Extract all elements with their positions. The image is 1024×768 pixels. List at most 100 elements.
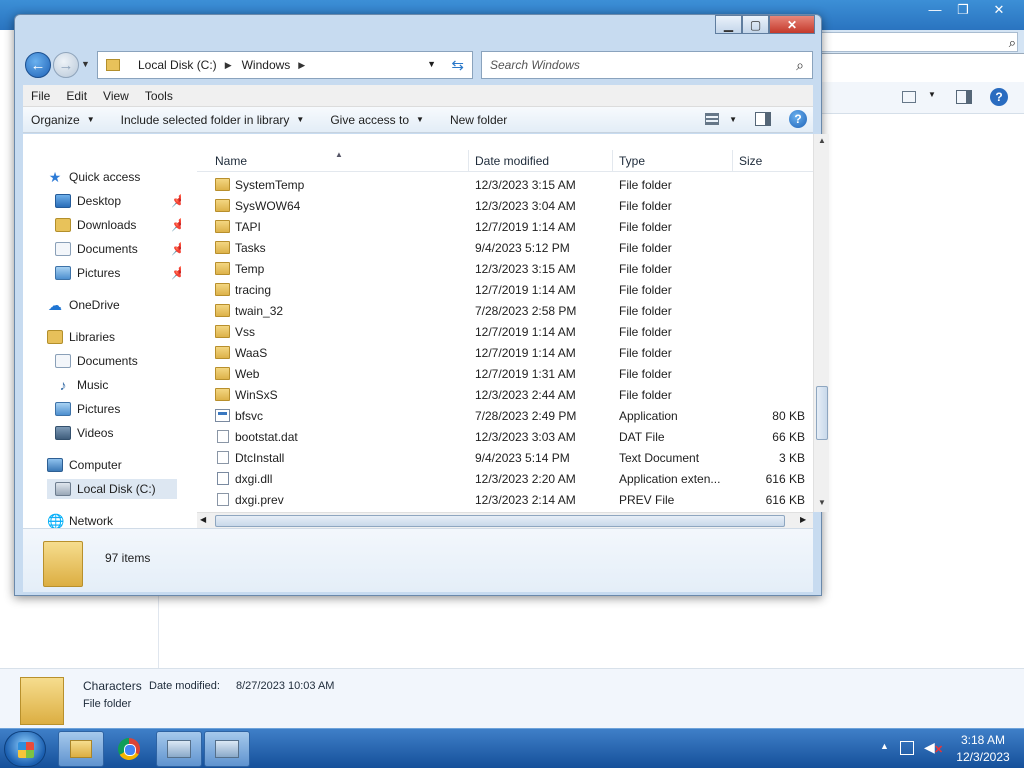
forward-button[interactable]: → [53, 52, 79, 78]
nav-lib-videos[interactable]: Videos [55, 423, 113, 443]
nav-computer[interactable]: Computer [47, 455, 122, 475]
column-date-modified[interactable]: Date modified [469, 150, 613, 172]
taskbar-app-window[interactable] [156, 731, 202, 767]
preview-pane-icon[interactable] [755, 112, 771, 126]
table-row[interactable]: twain_32 7/28/2023 2:58 PM File folder [197, 301, 813, 322]
organize-button[interactable]: Organize ▼ [23, 113, 103, 127]
background-help-icon[interactable]: ? [990, 88, 1008, 106]
nav-onedrive[interactable]: ☁ OneDrive [47, 295, 120, 315]
nav-pictures[interactable]: Pictures [55, 263, 120, 283]
background-preview-pane-icon[interactable] [956, 90, 972, 104]
horizontal-scrollbar[interactable]: ◀ ▶ [197, 512, 813, 528]
table-row[interactable]: Temp 12/3/2023 3:15 AM File folder [197, 259, 813, 280]
new-folder-label: New folder [449, 112, 508, 127]
search-icon[interactable]: ⌕ [796, 57, 804, 74]
table-row[interactable]: SystemTemp 12/3/2023 3:15 AM File folder [197, 175, 813, 196]
pin-icon[interactable]: 📌 [171, 242, 181, 256]
vertical-scrollbar[interactable]: ▲ ▼ [813, 134, 829, 512]
view-options-dropdown-icon[interactable]: ▼ [729, 115, 737, 124]
file-size: 616 KB [765, 493, 805, 507]
menu-edit[interactable]: Edit [58, 89, 95, 103]
nav-network[interactable]: 🌐 Network [47, 511, 113, 528]
address-dropdown-icon[interactable]: ▼ [427, 59, 436, 69]
scroll-left-arrow-icon[interactable]: ◀ [200, 515, 206, 524]
file-date-modified: 12/3/2023 3:15 AM [475, 178, 576, 192]
show-hidden-icons-icon[interactable]: ▲ [880, 741, 889, 751]
scroll-right-arrow-icon[interactable]: ▶ [800, 515, 806, 524]
include-in-library-button[interactable]: Include selected folder in library ▼ [113, 113, 313, 127]
new-folder-button[interactable]: New folder [442, 113, 515, 127]
table-row[interactable]: bootstat.dat 12/3/2023 3:03 AM DAT File 66 … [197, 427, 813, 448]
folder-icon [215, 388, 230, 401]
background-search-icon[interactable]: ⌕ [1009, 35, 1016, 51]
refresh-icon[interactable]: ⇆ [451, 56, 464, 74]
table-row[interactable]: Tasks 9/4/2023 5:12 PM File folder [197, 238, 813, 259]
column-type[interactable]: Type [613, 150, 733, 172]
close-button[interactable]: ✕ [769, 15, 815, 34]
minimize-button[interactable]: ▁ [715, 15, 742, 34]
taskbar-chrome[interactable] [106, 731, 152, 767]
table-row[interactable]: Vss 12/7/2019 1:14 AM File folder [197, 322, 813, 343]
file-size [737, 175, 805, 196]
background-view-dropdown-icon[interactable]: ▼ [928, 90, 936, 99]
scroll-down-arrow-icon[interactable]: ▼ [818, 498, 826, 507]
help-icon[interactable]: ? [789, 110, 807, 128]
pin-icon[interactable]: 📌 [171, 266, 181, 280]
file-icon [217, 430, 229, 443]
table-row[interactable]: WaaS 12/7/2019 1:14 AM File folder [197, 343, 813, 364]
address-bar[interactable]: Local Disk (C:) ▶ Windows ▶ ▼ ⇆ [97, 51, 473, 79]
nav-local-disk[interactable]: Local Disk (C:) [47, 479, 177, 499]
table-row[interactable]: dxgi.prev 12/3/2023 2:14 AM PREV File 616 K… [197, 490, 813, 511]
background-restore-button[interactable]: ❐ [948, 0, 978, 20]
breadcrumb-chevron-icon[interactable]: ▶ [298, 60, 305, 71]
pin-icon[interactable]: 📌 [171, 194, 181, 208]
table-row[interactable]: Web 12/7/2019 1:31 AM File folder [197, 364, 813, 385]
maximize-button[interactable]: ▢ [742, 15, 769, 34]
horizontal-scroll-thumb[interactable] [215, 515, 785, 527]
recent-locations-dropdown-icon[interactable]: ▼ [81, 59, 90, 69]
background-view-icon[interactable] [902, 91, 916, 103]
menu-file[interactable]: File [23, 89, 58, 103]
nav-desktop[interactable]: Desktop [55, 191, 121, 211]
file-date-modified: 9/4/2023 5:12 PM [475, 241, 570, 255]
nav-quick-access[interactable]: ★ Quick access [47, 167, 141, 187]
table-row[interactable]: TAPI 12/7/2019 1:14 AM File folder [197, 217, 813, 238]
pin-icon[interactable]: 📌 [171, 218, 181, 232]
search-input[interactable]: Search Windows [490, 58, 580, 72]
vertical-scroll-thumb[interactable] [816, 386, 828, 440]
clock-date[interactable]: 12/3/2023 [948, 750, 1018, 764]
table-row[interactable]: tracing 12/7/2019 1:14 AM File folder [197, 280, 813, 301]
breadcrumb-chevron-icon[interactable]: ▶ [225, 60, 232, 71]
background-divider [158, 592, 159, 668]
breadcrumb-local-disk[interactable]: Local Disk (C:) [138, 58, 217, 72]
nav-libraries[interactable]: Libraries [47, 327, 115, 347]
nav-downloads[interactable]: Downloads [55, 215, 136, 235]
nav-lib-music[interactable]: ♪ Music [55, 375, 109, 395]
taskbar-image-viewer[interactable] [204, 731, 250, 767]
column-name[interactable]: Name [209, 150, 469, 172]
background-close-button[interactable]: ✕ [984, 0, 1014, 20]
search-box[interactable]: Search Windows ⌕ [481, 51, 813, 79]
table-row[interactable]: DtcInstall 9/4/2023 5:14 PM Text Document 3… [197, 448, 813, 469]
change-view-icon[interactable] [705, 113, 720, 125]
table-row[interactable]: dxgi.dll 12/3/2023 2:20 AM Application ext… [197, 469, 813, 490]
background-minimize-button[interactable]: — [920, 0, 950, 20]
start-button[interactable] [4, 731, 46, 767]
nav-lib-documents[interactable]: Documents [55, 351, 138, 371]
column-size[interactable]: Size [733, 150, 813, 172]
menu-tools[interactable]: Tools [137, 89, 181, 103]
table-row[interactable]: SysWOW64 12/3/2023 3:04 AM File folder [197, 196, 813, 217]
nav-documents[interactable]: Documents [55, 239, 138, 259]
clock-time[interactable]: 3:18 AM [948, 733, 1018, 747]
back-button[interactable]: ← [25, 52, 51, 78]
table-row[interactable]: bfsvc 7/28/2023 2:49 PM Application 80 KB [197, 406, 813, 427]
nav-lib-pictures[interactable]: Pictures [55, 399, 120, 419]
give-access-button[interactable]: Give access to ▼ [322, 113, 432, 127]
network-status-icon[interactable] [900, 741, 914, 755]
background-address-bar[interactable]: ⌕ [820, 30, 1024, 54]
breadcrumb-windows[interactable]: Windows [242, 58, 291, 72]
taskbar-file-explorer[interactable] [58, 731, 104, 767]
scroll-up-arrow-icon[interactable]: ▲ [818, 136, 826, 145]
table-row[interactable]: WinSxS 12/3/2023 2:44 AM File folder [197, 385, 813, 406]
menu-view[interactable]: View [95, 89, 137, 103]
